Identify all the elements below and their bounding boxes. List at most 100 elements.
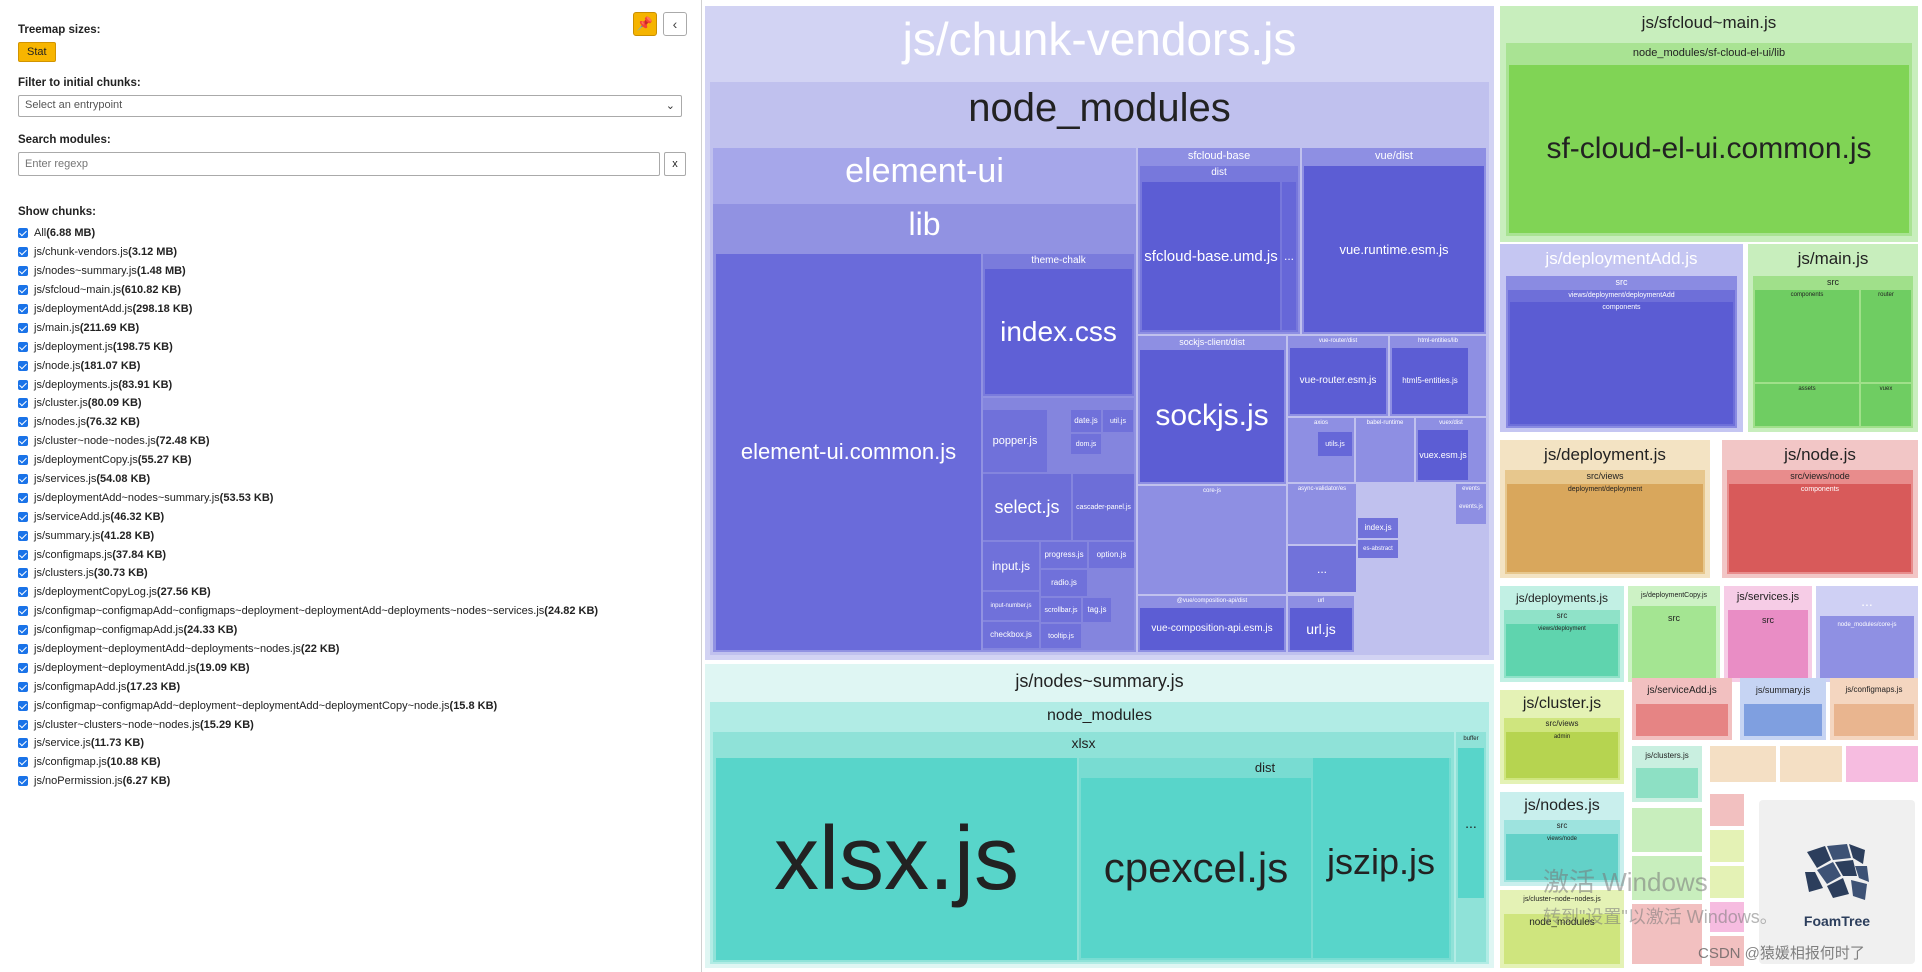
module-html5-entities[interactable]: html5-entities.js bbox=[1392, 348, 1468, 414]
chunk-item[interactable]: js/service.js (11.73 KB) bbox=[18, 734, 686, 753]
group-main-assets[interactable]: assets bbox=[1755, 384, 1859, 426]
group-node-modules[interactable]: node_modules element-ui lib element-ui.c… bbox=[710, 82, 1489, 655]
group-cluster[interactable]: js/cluster.js src/views admin bbox=[1500, 690, 1624, 784]
block-small-5[interactable] bbox=[1710, 830, 1744, 862]
group-nm-core-js-inner[interactable]: node_modules/core-js bbox=[1820, 616, 1914, 678]
chunk-item[interactable]: js/cluster.js (80.09 KB) bbox=[18, 394, 686, 413]
chunk-item[interactable]: js/configmap.js (10.88 KB) bbox=[18, 753, 686, 772]
clear-search-button[interactable]: x bbox=[664, 152, 686, 176]
chunk-item[interactable]: js/clusters.js (30.73 KB) bbox=[18, 564, 686, 583]
group-cluster-node-nodes[interactable]: js/cluster~node~nodes.js node_modules bbox=[1500, 890, 1624, 968]
group-vue-composition[interactable]: @vue/composition-api/dist vue-compositio… bbox=[1138, 596, 1286, 652]
module-index-css[interactable]: index.css bbox=[985, 269, 1132, 394]
chunk-checkbox[interactable] bbox=[18, 436, 28, 447]
chunk-item[interactable]: js/configmaps.js (37.84 KB) bbox=[18, 545, 686, 564]
group-main-router[interactable]: router bbox=[1861, 290, 1911, 382]
group-summary-inner[interactable] bbox=[1744, 704, 1822, 736]
block-small-6[interactable] bbox=[1710, 866, 1744, 898]
chunk-item[interactable]: js/deployment~deploymentAdd.js (19.09 KB… bbox=[18, 658, 686, 677]
module-tag[interactable]: tag.js bbox=[1083, 598, 1111, 622]
chunk-checkbox[interactable] bbox=[18, 644, 28, 655]
group-services[interactable]: js/services.js src bbox=[1724, 586, 1812, 682]
module-more-2[interactable]: ... bbox=[1288, 546, 1356, 592]
group-nodes-src[interactable]: src views/node bbox=[1504, 820, 1620, 882]
chunk-checkbox[interactable] bbox=[18, 681, 28, 692]
group-url[interactable]: url url.js bbox=[1288, 596, 1354, 652]
module-radio[interactable]: radio.js bbox=[1041, 570, 1087, 596]
chunk-checkbox[interactable] bbox=[18, 322, 28, 333]
stat-size-button[interactable]: Stat bbox=[18, 42, 56, 62]
group-deployment-add-components[interactable]: components bbox=[1510, 302, 1733, 424]
chunk-item[interactable]: js/configmap~configmapAdd~deployment~dep… bbox=[18, 696, 686, 715]
treemap[interactable]: js/chunk-vendors.js node_modules element… bbox=[703, 0, 1922, 972]
chunk-item[interactable]: js/deploymentAdd~nodes~summary.js (53.53… bbox=[18, 488, 686, 507]
module-cascader[interactable]: cascader-panel.js bbox=[1073, 474, 1134, 540]
group-events[interactable]: events events.js bbox=[1456, 484, 1486, 524]
group-main[interactable]: js/main.js src components router assets … bbox=[1748, 244, 1918, 432]
group-node-views[interactable]: src/views/node components bbox=[1727, 470, 1913, 574]
chunk-checkbox[interactable] bbox=[18, 455, 28, 466]
block-small-4[interactable] bbox=[1710, 794, 1744, 826]
group-cluster-src[interactable]: src/views admin bbox=[1504, 718, 1620, 780]
group-deployment-views[interactable]: src/views deployment/deployment bbox=[1505, 470, 1705, 574]
group-deployment-sub[interactable]: deployment/deployment bbox=[1507, 484, 1703, 572]
foamtree-logo[interactable]: FoamTree bbox=[1759, 800, 1915, 964]
module-index[interactable]: index.js bbox=[1358, 518, 1398, 538]
group-async-validator[interactable]: async-validator/es bbox=[1288, 484, 1356, 544]
chunk-checkbox[interactable] bbox=[18, 549, 28, 560]
chunk-checkbox[interactable] bbox=[18, 304, 28, 314]
group-sfcloud-main[interactable]: js/sfcloud~main.js node_modules/sf-cloud… bbox=[1500, 6, 1918, 242]
module-sf-cloud-common[interactable]: sf-cloud-el-ui.common.js bbox=[1509, 65, 1909, 233]
module-element-ui-common[interactable]: element-ui.common.js bbox=[716, 254, 981, 650]
chunk-checkbox[interactable] bbox=[18, 266, 28, 277]
module-date[interactable]: date.js bbox=[1071, 410, 1101, 432]
group-nodes-summary[interactable]: js/nodes~summary.js node_modules xlsx xl… bbox=[705, 664, 1494, 968]
group-clusters[interactable]: js/clusters.js bbox=[1632, 746, 1702, 802]
module-events[interactable]: events.js bbox=[1456, 492, 1486, 510]
block-small-9[interactable] bbox=[1632, 904, 1702, 964]
group-service-add[interactable]: js/serviceAdd.js bbox=[1632, 678, 1732, 740]
group-vue-dist[interactable]: vue/dist vue.runtime.esm.js bbox=[1302, 148, 1486, 334]
group-deployment-add-src[interactable]: src views/deployment/deploymentAdd compo… bbox=[1506, 276, 1737, 428]
group-core-js[interactable]: core-js bbox=[1138, 486, 1286, 594]
module-popper[interactable]: popper.js bbox=[983, 410, 1047, 472]
chunk-item[interactable]: All (6.88 MB) bbox=[18, 224, 686, 243]
chunk-item[interactable]: js/deploymentCopy.js (55.27 KB) bbox=[18, 451, 686, 470]
group-configmaps-inner[interactable] bbox=[1834, 704, 1914, 736]
block-small-7[interactable] bbox=[1632, 808, 1702, 852]
group-xlsx[interactable]: xlsx xlsx.js dist cpexcel.js jszip.js bbox=[713, 732, 1454, 962]
chunk-item[interactable]: js/configmapAdd.js (17.23 KB) bbox=[18, 677, 686, 696]
group-html-entities[interactable]: html-entities/lib html5-entities.js bbox=[1390, 336, 1486, 416]
group-configmaps[interactable]: js/configmaps.js bbox=[1830, 678, 1918, 740]
module-sockjs[interactable]: sockjs.js bbox=[1140, 350, 1284, 482]
module-scrollbar[interactable]: scrollbar.js bbox=[1041, 598, 1081, 622]
module-progress[interactable]: progress.js bbox=[1041, 542, 1087, 568]
group-xlsx-dist[interactable]: dist cpexcel.js jszip.js bbox=[1079, 758, 1451, 960]
module-vuex[interactable]: vuex.esm.js bbox=[1418, 430, 1468, 480]
group-main-components[interactable]: components bbox=[1755, 290, 1859, 382]
group-small-modules[interactable]: popper.js date.js util.js dom.js select.… bbox=[983, 398, 1134, 650]
chunk-checkbox[interactable] bbox=[18, 492, 28, 503]
group-cluster-node-nodes-nm[interactable]: node_modules bbox=[1504, 914, 1620, 964]
chunk-checkbox[interactable] bbox=[18, 719, 28, 730]
chunk-item[interactable]: js/deploymentAdd.js (298.18 KB) bbox=[18, 300, 686, 319]
chunk-item[interactable]: js/main.js (211.69 KB) bbox=[18, 318, 686, 337]
chunk-item[interactable]: js/noPermission.js (6.27 KB) bbox=[18, 772, 686, 791]
chunk-item[interactable]: js/serviceAdd.js (46.32 KB) bbox=[18, 507, 686, 526]
group-deployment-copy[interactable]: js/deploymentCopy.js src bbox=[1628, 586, 1720, 682]
block-small-10[interactable] bbox=[1710, 902, 1744, 932]
chunk-item[interactable]: js/cluster~node~nodes.js (72.48 KB) bbox=[18, 432, 686, 451]
module-input-number[interactable]: input-number.js bbox=[983, 592, 1039, 620]
module-input[interactable]: input.js bbox=[983, 542, 1039, 590]
group-vuex[interactable]: vuex/dist vuex.esm.js bbox=[1416, 418, 1486, 482]
module-cpexcel[interactable]: cpexcel.js bbox=[1081, 778, 1311, 958]
block-small-2[interactable] bbox=[1780, 746, 1842, 782]
group-vue-router[interactable]: vue-router/dist vue-router.esm.js bbox=[1288, 336, 1388, 416]
module-checkbox[interactable]: checkbox.js bbox=[983, 622, 1039, 648]
group-deployment-add-views[interactable]: views/deployment/deploymentAdd component… bbox=[1508, 290, 1735, 426]
module-tooltip[interactable]: tooltip.js bbox=[1041, 624, 1081, 648]
group-node-components[interactable]: components bbox=[1729, 484, 1911, 572]
block-small-1[interactable] bbox=[1710, 746, 1776, 782]
group-sfcloud-dist[interactable]: dist sfcloud-base.umd.js ... bbox=[1140, 166, 1298, 332]
chunk-checkbox[interactable] bbox=[18, 662, 28, 673]
